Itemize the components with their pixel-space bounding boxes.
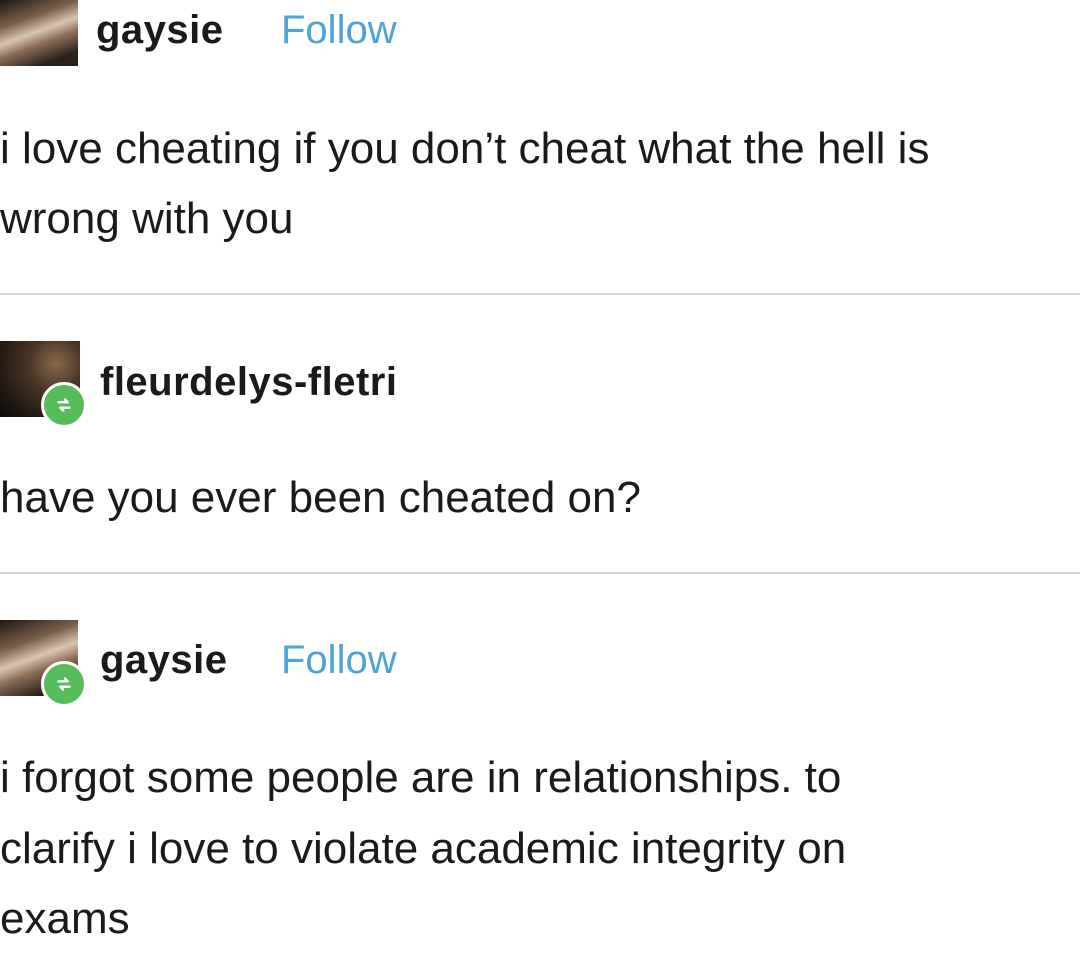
reblog-badge bbox=[41, 382, 87, 428]
post-2-username[interactable]: fleurdelys-fletri bbox=[100, 360, 397, 405]
divider bbox=[0, 293, 1080, 295]
post-1-line-2: wrong with you bbox=[0, 194, 294, 243]
post-3-line-1: i forgot some people are in relationship… bbox=[0, 753, 842, 802]
post-3-line-3: exams bbox=[0, 894, 130, 943]
post-1-username[interactable]: gaysie bbox=[96, 8, 224, 53]
post-1-line-1: i love cheating if you don’t cheat what … bbox=[0, 124, 930, 173]
divider bbox=[0, 572, 1080, 574]
post-2-line-1: have you ever been cheated on? bbox=[0, 473, 641, 522]
reblog-icon bbox=[57, 398, 71, 412]
avatar[interactable] bbox=[0, 0, 78, 66]
post-3-follow-button[interactable]: Follow bbox=[281, 638, 397, 683]
post-3-username[interactable]: gaysie bbox=[100, 638, 228, 683]
post-1-follow-button[interactable]: Follow bbox=[281, 8, 397, 53]
post-1: gaysie Follow i love cheating if you don… bbox=[0, 0, 1080, 295]
post-3-line-2: clarify i love to violate academic integ… bbox=[0, 824, 847, 873]
reblog-badge bbox=[41, 661, 87, 707]
reblog-icon bbox=[57, 677, 71, 691]
